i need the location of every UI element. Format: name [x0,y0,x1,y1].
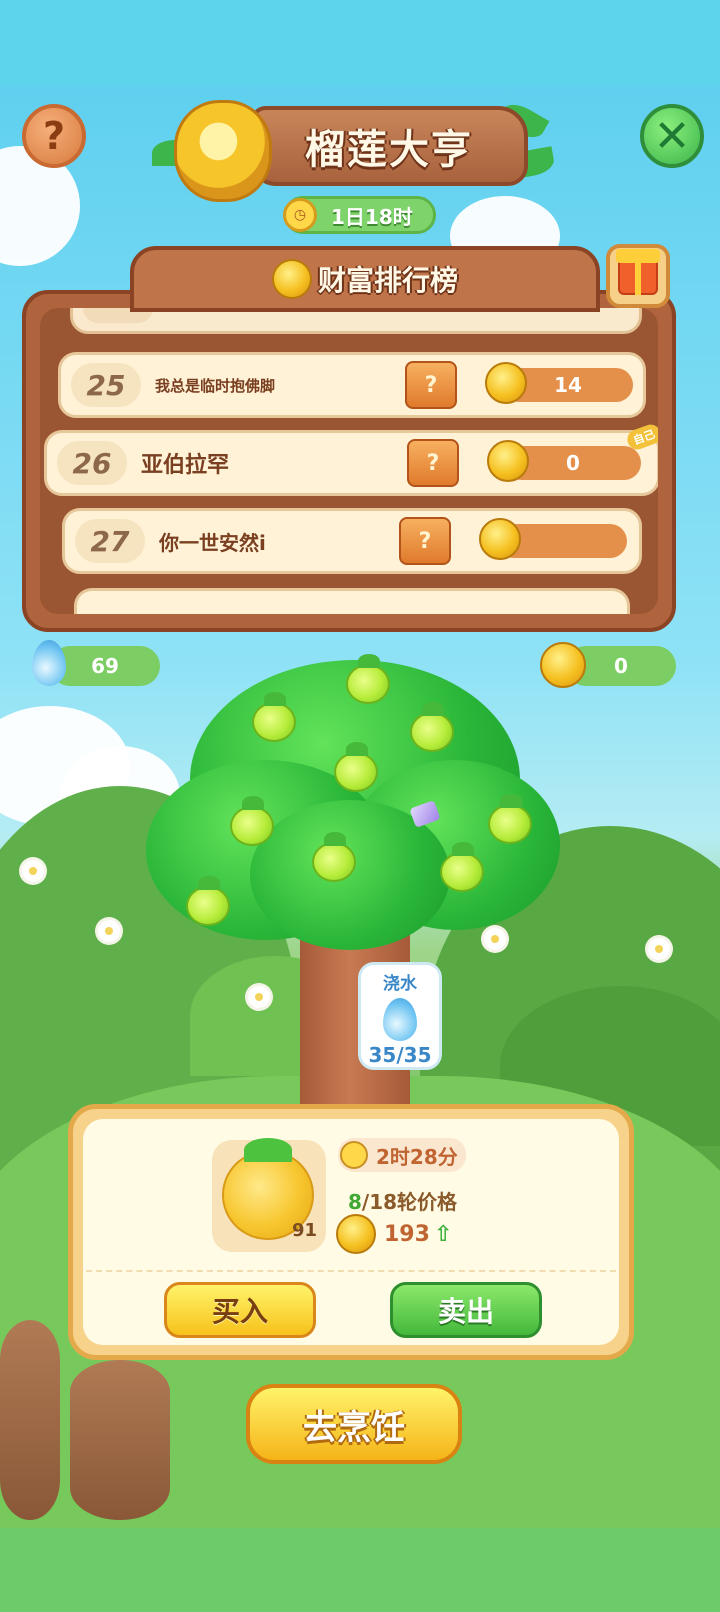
durian-fruit[interactable] [252,692,296,742]
sell-button[interactable]: 卖出 [390,1282,542,1338]
tree-stump [70,1360,170,1520]
leaderboard-list[interactable]: 25 我总是临时抱佛脚 ? 14 26 亚伯拉罕 ? 0 自己 27 你一世安然… [40,308,658,614]
flower [484,928,506,950]
divider [86,1270,616,1272]
round-label: /18轮价格 [361,1190,458,1214]
player-name: 亚伯拉罕 [141,453,230,478]
timer-text: 1日18时 [331,204,413,229]
countdown-text: 2时28分 [376,1144,458,1169]
countdown-chip: 2时28分 [338,1138,466,1172]
player-name: 我总是临时抱佛脚 [155,376,276,395]
gift-button[interactable] [606,244,670,308]
leaderboard-panel[interactable]: 25 我总是临时抱佛脚 ? 14 26 亚伯拉罕 ? 0 自己 27 你一世安然… [22,290,676,632]
flower [98,920,120,942]
arrow-up-icon: ⇧ [433,1221,453,1247]
score-value: 14 [554,373,582,397]
cook-button[interactable]: 去烹饪 [246,1384,462,1464]
price-row: 193 ⇧ [336,1214,452,1254]
durian-fruit[interactable] [440,842,484,892]
water-drop-icon [383,998,417,1041]
mystery-box-icon: ? [399,517,451,565]
table-row[interactable]: 27 你一世安然i ? [62,508,642,574]
durian-fruit[interactable] [488,794,532,844]
buy-button[interactable]: 买入 [164,1282,316,1338]
table-row [74,588,630,614]
mystery-box-icon: ? [407,439,459,487]
coin-icon [485,362,527,404]
product-count: 91 [292,1220,318,1241]
water-drop-icon [32,640,66,686]
player-score: 14 [485,362,633,404]
durian-fruit[interactable] [230,796,274,846]
leaderboard-header: 财富排行榜 [130,246,600,312]
player-name: 你一世安然i [159,530,266,555]
table-row-self[interactable]: 26 亚伯拉罕 ? 0 自己 [44,421,658,496]
durian-logo-icon [174,100,272,202]
table-row[interactable]: 25 我总是临时抱佛脚 ? 14 [58,352,646,418]
round-current: 8 [348,1190,362,1214]
player-score: 0 [487,440,641,482]
clock-icon: ◷ [283,198,317,232]
player-score [479,518,627,560]
coin-icon [271,259,312,299]
price-value: 193 [384,1221,430,1247]
flower [648,938,670,960]
help-button[interactable]: ? [22,104,86,168]
page-title: 榴莲大亨 [305,127,473,173]
leaderboard-title: 财富排行榜 [317,264,458,297]
durian-fruit[interactable] [334,742,378,792]
flower [22,860,44,882]
coin-icon [540,642,586,688]
water-button[interactable]: 浇水 35/35 [358,962,442,1070]
close-icon: ✕ [653,110,691,162]
tree-stump [0,1320,60,1520]
close-button[interactable]: ✕ [640,104,704,168]
mystery-box-icon: ? [405,361,457,409]
navigation-bar [0,1528,720,1612]
status-bar [0,0,720,86]
score-value: 0 [566,451,580,475]
question-icon: ? [42,114,66,158]
flower [248,986,270,1008]
rank-number: 25 [71,363,141,407]
coin-icon [336,1214,376,1254]
durian-fruit[interactable] [312,832,356,882]
durian-fruit[interactable] [410,702,454,752]
water-counter: 69 [50,646,160,686]
durian-fruit[interactable] [346,654,390,704]
durian-fruit[interactable] [186,876,230,926]
coin-icon [487,440,529,482]
title-banner: 榴莲大亨 [250,106,528,186]
water-value: 69 [91,654,119,678]
rank-number: 27 [75,519,145,563]
gift-icon [616,249,660,295]
coin-value: 0 [614,654,628,678]
price-round: 8/18轮价格 [348,1186,457,1215]
alarm-clock-icon [340,1141,368,1169]
water-label: 浇水 [383,974,417,994]
event-timer: ◷ 1日18时 [283,196,436,234]
water-count: 35/35 [368,1043,432,1067]
coin-icon [479,518,521,560]
rank-number: 26 [57,441,127,485]
